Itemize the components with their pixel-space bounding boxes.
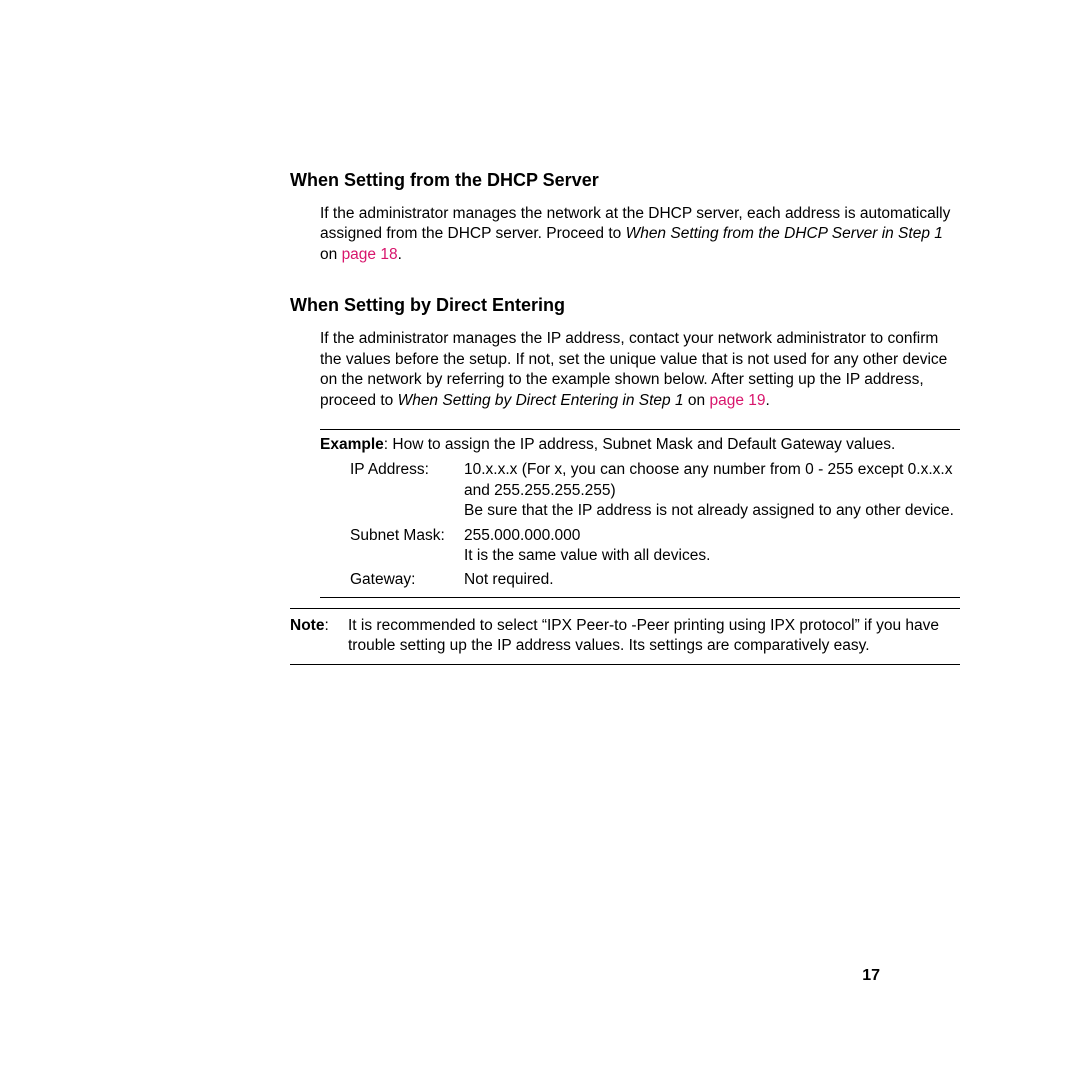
text-fragment: . <box>766 392 770 409</box>
text-italic-ref: When Setting by Direct Entering in Step … <box>398 392 684 409</box>
label-subnet-mask: Subnet Mask: <box>350 526 458 567</box>
example-heading: Example: How to assign the IP address, S… <box>320 436 960 454</box>
heading-direct: When Setting by Direct Entering <box>290 295 960 316</box>
document-page: When Setting from the DHCP Server If the… <box>0 0 1080 1080</box>
note-label: Note: <box>290 616 348 657</box>
value-gateway: Not required. <box>464 570 960 590</box>
divider <box>320 597 960 598</box>
example-label: Example <box>320 436 384 453</box>
example-text: : How to assign the IP address, Subnet M… <box>384 436 896 453</box>
text-italic-ref: When Setting from the DHCP Server in Ste… <box>626 225 943 242</box>
divider <box>290 664 960 665</box>
paragraph-direct: If the administrator manages the IP addr… <box>320 329 960 411</box>
note-block: Note: It is recommended to select “IPX P… <box>290 616 960 657</box>
page-number: 17 <box>862 967 880 985</box>
example-table: IP Address: 10.x.x.x (For x, you can cho… <box>350 460 960 591</box>
paragraph-dhcp: If the administrator manages the network… <box>320 204 960 265</box>
text-fragment: . <box>398 246 402 263</box>
value-ip-address-line2: Be sure that the IP address is not alrea… <box>464 501 960 521</box>
value-subnet-mask-line1: 255.000.000.000 <box>464 526 960 546</box>
value-ip-address-line1: 10.x.x.x (For x, you can choose any numb… <box>464 460 960 501</box>
value-subnet-mask-line2: It is the same value with all devices. <box>464 546 960 566</box>
page-link-19[interactable]: page 19 <box>709 392 765 409</box>
label-ip-address: IP Address: <box>350 460 458 521</box>
divider <box>290 608 960 609</box>
page-link-18[interactable]: page 18 <box>342 246 398 263</box>
text-fragment: on <box>320 246 342 263</box>
note-text: It is recommended to select “IPX Peer-to… <box>348 616 960 657</box>
label-gateway: Gateway: <box>350 570 458 590</box>
heading-dhcp: When Setting from the DHCP Server <box>290 170 960 191</box>
text-fragment: on <box>684 392 710 409</box>
divider <box>320 429 960 430</box>
